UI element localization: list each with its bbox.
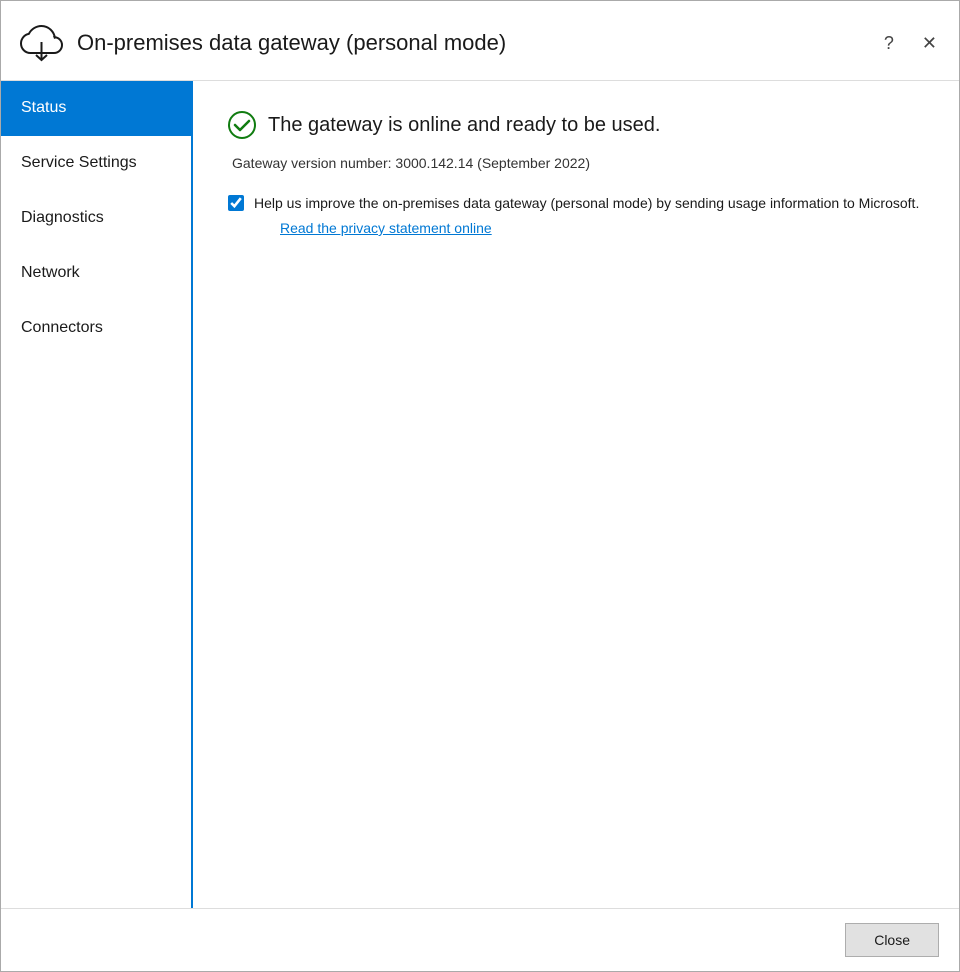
app-window: On-premises data gateway (personal mode)…: [0, 0, 960, 972]
help-text: Help us improve the on-premises data gat…: [254, 193, 919, 214]
sidebar-item-status[interactable]: Status: [1, 81, 191, 136]
help-button[interactable]: ?: [878, 32, 900, 54]
close-button[interactable]: Close: [845, 923, 939, 957]
checkbox-row: Help us improve the on-premises data gat…: [228, 193, 924, 236]
sidebar-item-diagnostics[interactable]: Diagnostics: [1, 191, 191, 246]
version-text: Gateway version number: 3000.142.14 (Sep…: [232, 155, 924, 171]
checkbox-label-container: Help us improve the on-premises data gat…: [254, 193, 919, 236]
close-window-button[interactable]: ✕: [916, 32, 943, 54]
sidebar-item-connectors[interactable]: Connectors: [1, 301, 191, 356]
improve-checkbox[interactable]: [228, 195, 244, 211]
privacy-link[interactable]: Read the privacy statement online: [280, 220, 919, 236]
cloud-upload-icon: [17, 22, 65, 64]
window-title: On-premises data gateway (personal mode): [77, 30, 506, 56]
title-bar: On-premises data gateway (personal mode)…: [1, 1, 959, 81]
sidebar-item-service-settings[interactable]: Service Settings: [1, 136, 191, 191]
title-controls: ? ✕: [878, 32, 943, 54]
sidebar-item-network[interactable]: Network: [1, 246, 191, 301]
content-area: Status Service Settings Diagnostics Netw…: [1, 81, 959, 908]
footer: Close: [1, 908, 959, 971]
status-row: The gateway is online and ready to be us…: [228, 111, 924, 139]
status-check-icon: [228, 111, 256, 139]
status-message: The gateway is online and ready to be us…: [268, 114, 660, 137]
main-content: The gateway is online and ready to be us…: [193, 81, 959, 908]
title-left: On-premises data gateway (personal mode): [17, 22, 506, 64]
sidebar: Status Service Settings Diagnostics Netw…: [1, 81, 193, 908]
